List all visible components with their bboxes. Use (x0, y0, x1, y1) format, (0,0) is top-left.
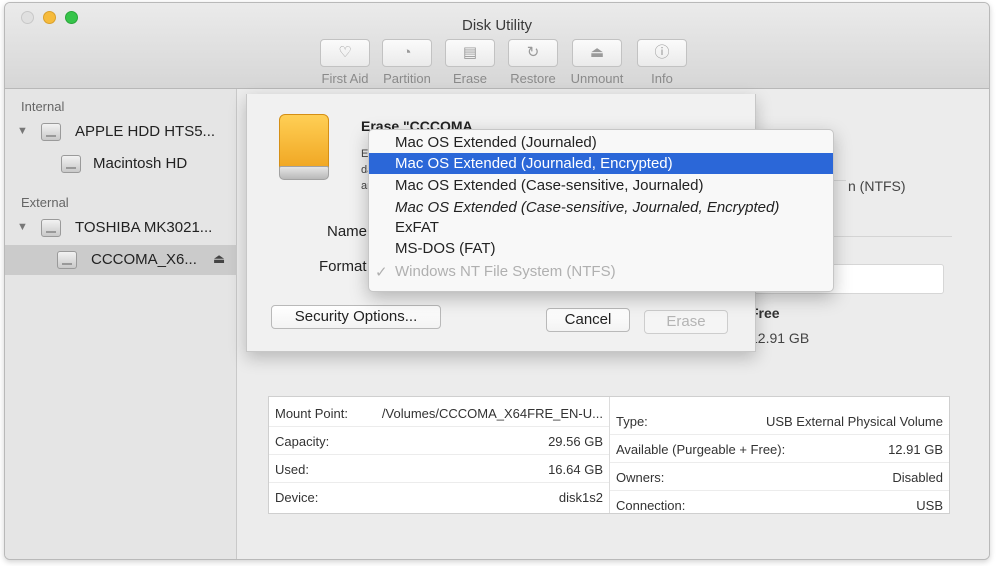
sidebar-item-label: Macintosh HD (93, 155, 188, 172)
sidebar-item-label: APPLE HDD HTS5... (75, 123, 216, 140)
format-dropdown-menu[interactable]: Mac OS Extended (Journaled) Mac OS Exten… (368, 129, 834, 292)
sidebar-item-cccoma[interactable]: CCCOMA_X6... ⏏ (5, 245, 237, 275)
type-value: USB External Physical Volume (765, 414, 943, 429)
connection-label: Connection: (616, 498, 686, 513)
unmount-label: Unmount (570, 71, 624, 86)
used-value: 16.64 GB (548, 462, 603, 477)
mount-point-value: /Volumes/CCCOMA_X64FRE_EN-U... (381, 406, 603, 421)
table-row: Available (Purgeable + Free): 12.91 GB (610, 435, 949, 463)
partition-button[interactable]: ◔ Partition (378, 39, 436, 86)
sidebar-item-apple-hdd[interactable]: ▼ APPLE HDD HTS5... (5, 117, 237, 147)
format-option-journaled-encrypted[interactable]: Mac OS Extended (Journaled, Encrypted) (369, 153, 833, 174)
sidebar-section-external: External (21, 195, 69, 210)
device-label: Device: (275, 490, 319, 505)
available-label: Available (Purgeable + Free): (616, 442, 786, 457)
table-row: Device: disk1s2 (269, 483, 609, 511)
sidebar-item-toshiba[interactable]: ▼ TOSHIBA MK3021... (5, 213, 237, 243)
format-option-label: Mac OS Extended (Journaled, Encrypted) (395, 155, 673, 172)
first-aid-button[interactable]: ♡ First Aid (316, 39, 374, 86)
titlebar: Disk Utility ♡ First Aid ◔ Partition ▤ E… (5, 3, 989, 89)
format-option-label: Windows NT File System (NTFS) (395, 263, 616, 280)
format-option-label: Mac OS Extended (Journaled) (395, 134, 597, 151)
mount-point-label: Mount Point: (275, 406, 348, 421)
unmount-button[interactable]: ⏏ Unmount (568, 39, 626, 86)
security-options-button[interactable]: Security Options... (271, 305, 441, 329)
hard-disk-icon (41, 123, 61, 141)
capacity-label: Capacity: (275, 434, 330, 449)
filesystem-fragment: n (NTFS) (848, 178, 906, 194)
volume-icon (61, 155, 81, 173)
format-option-label: Mac OS Extended (Case-sensitive, Journal… (395, 177, 704, 194)
table-row: Connection: USB (610, 491, 949, 513)
info-button[interactable]: ⓘ Info (633, 39, 691, 86)
sidebar: Internal ▼ APPLE HDD HTS5... Macintosh H… (5, 89, 237, 559)
table-row: Type: USB External Physical Volume (610, 407, 949, 435)
erase-icon: ▤ (445, 39, 495, 67)
format-option-case-sensitive-journaled[interactable]: Mac OS Extended (Case-sensitive, Journal… (369, 175, 833, 196)
window-title: Disk Utility (462, 17, 532, 34)
restore-button[interactable]: ↻ Restore (504, 39, 562, 86)
drive-body (279, 114, 329, 170)
device-value: disk1s2 (558, 490, 603, 505)
type-label: Type: (616, 414, 648, 429)
external-drive-icon (279, 114, 329, 180)
volume-icon (57, 251, 77, 269)
cancel-button[interactable]: Cancel (546, 308, 630, 332)
first-aid-label: First Aid (321, 71, 369, 86)
format-option-label: MS-DOS (FAT) (395, 240, 496, 257)
name-label: Name (327, 223, 368, 240)
format-label: Format (319, 258, 367, 275)
format-option-case-sensitive-encrypted[interactable]: Mac OS Extended (Case-sensitive, Journal… (369, 197, 833, 218)
table-row: Capacity: 29.56 GB (269, 427, 609, 455)
info-label: Info (651, 71, 673, 86)
table-row: Mount Point: /Volumes/CCCOMA_X64FRE_EN-U… (269, 399, 609, 427)
disclosure-triangle-icon[interactable]: ▼ (17, 221, 28, 233)
disclosure-triangle-icon[interactable]: ▼ (17, 125, 28, 137)
free-value: 12.91 GB (750, 330, 810, 346)
used-label: Used: (275, 462, 309, 477)
stethoscope-icon: ♡ (320, 39, 370, 67)
owners-label: Owners: (616, 470, 665, 485)
erase-toolbar-button[interactable]: ▤ Erase (441, 39, 499, 86)
connection-value: USB (916, 498, 943, 513)
external-disk-icon (41, 219, 61, 237)
format-option-label: Mac OS Extended (Case-sensitive, Journal… (395, 199, 780, 216)
available-value: 12.91 GB (888, 442, 943, 457)
sidebar-item-label: CCCOMA_X6... (91, 251, 197, 268)
format-option-exfat[interactable]: ExFAT (369, 217, 833, 238)
capacity-value: 29.56 GB (548, 434, 603, 449)
pie-chart-icon: ◔ (382, 39, 432, 67)
format-option-ntfs: ✓ Windows NT File System (NTFS) (369, 261, 833, 282)
info-table: Mount Point: /Volumes/CCCOMA_X64FRE_EN-U… (268, 396, 950, 514)
format-option-label: ExFAT (395, 219, 439, 236)
format-option-msdos[interactable]: MS-DOS (FAT) (369, 238, 833, 259)
erase-label: Erase (453, 71, 487, 86)
owners-value: Disabled (892, 470, 943, 485)
format-option-journaled[interactable]: Mac OS Extended (Journaled) (369, 132, 833, 153)
table-row: Used: 16.64 GB (269, 455, 609, 483)
info-icon: ⓘ (637, 39, 687, 67)
unmount-icon: ⏏ (572, 39, 622, 67)
sidebar-item-label: TOSHIBA MK3021... (75, 219, 213, 236)
sidebar-section-internal: Internal (21, 99, 65, 114)
sidebar-item-macintosh-hd[interactable]: Macintosh HD (5, 149, 237, 179)
restore-label: Restore (510, 71, 556, 86)
checkmark-icon: ✓ (375, 264, 388, 281)
partition-label: Partition (383, 71, 431, 86)
eject-icon[interactable]: ⏏ (213, 251, 225, 267)
restore-icon: ↻ (508, 39, 558, 67)
drive-base (279, 166, 329, 180)
erase-button[interactable]: Erase (644, 310, 728, 334)
table-row: Owners: Disabled (610, 463, 949, 491)
